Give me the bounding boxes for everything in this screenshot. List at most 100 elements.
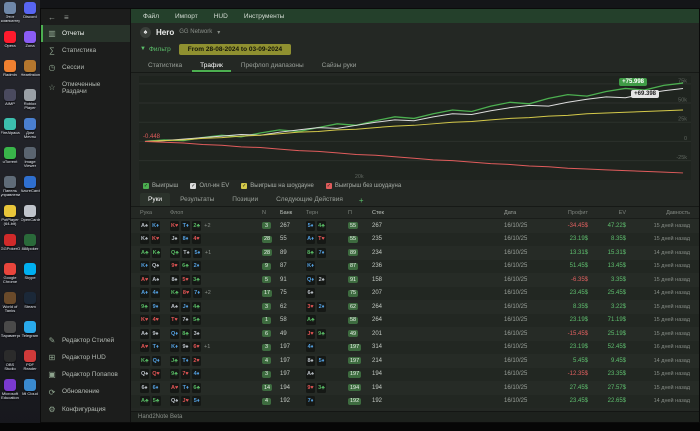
hands-tab-positions[interactable]: Позиции	[224, 193, 266, 206]
sidebar-item-reports[interactable]: ▥ Отчеты	[41, 25, 130, 43]
desktop-icon[interactable]: Параметры	[0, 321, 20, 350]
tab-statistics[interactable]: Статистика	[140, 59, 190, 72]
desktop-icon-label: Microsoft Education	[1, 392, 19, 401]
desktop-icon[interactable]: FireAlpaca	[0, 118, 20, 147]
column-header[interactable]: EV	[588, 210, 626, 216]
sidebar-item-configuration[interactable]: ⚙ Конфигурация	[41, 401, 130, 418]
desktop-icon[interactable]: Image Viewer	[20, 147, 40, 176]
desktop-icon[interactable]: 888poker	[20, 234, 40, 263]
card: 6♥	[192, 342, 201, 353]
table-row[interactable]: K♠ K♥ J♠ 8♦ 4♥ 28 55 A♦ T♥ 55 235 16/10/25 23.19$ 8.3…	[131, 232, 699, 246]
column-header[interactable]: Дата	[504, 210, 548, 216]
menu-hud[interactable]: HUD	[206, 11, 236, 22]
desktop-icon[interactable]: OBS Studio	[0, 350, 20, 379]
table-row[interactable]: A♥ T♦ K♦ 9♠ 6♥ +1 3 197 4♦ 197 314 16/10/25 23.19$ 52…	[131, 340, 699, 354]
desktop-icon[interactable]: PDF Reader	[20, 350, 40, 379]
chart-canvas[interactable]: 75k50k25k0-25k20k	[139, 76, 691, 180]
chevron-down-icon[interactable]: ▾	[217, 29, 220, 36]
desktop-icon[interactable]: Discord	[20, 2, 40, 31]
sidebar-item-popup-editor[interactable]: ▣ Редактор Попапов	[41, 366, 130, 383]
table-row[interactable]: A♠ 9♠ Q♦ 8♣ 3♠ 6 49 J♥ 9♣ 49 201 16/10/25 -15.45$ 25.…	[131, 327, 699, 341]
desktop-icon-label: uTorrent	[2, 160, 18, 164]
sidebar-item-hud-editor[interactable]: ⊞ Редактор HUD	[41, 349, 130, 366]
pot-count: 58	[348, 316, 372, 324]
desktop-icon[interactable]: Дом Мечты	[20, 118, 40, 147]
desktop-icon[interactable]: Skype	[20, 263, 40, 292]
legend-item[interactable]: ✓ Олл-ин EV	[190, 183, 229, 189]
tab-preflop-ranges[interactable]: Префлоп диапазоны	[233, 59, 312, 72]
sidebar-item-style-editor[interactable]: ✎ Редактор Стилей	[41, 332, 130, 349]
hands-tab-hands[interactable]: Руки	[140, 193, 171, 206]
table-row[interactable]: 6♠ 6♦ A♥ T♦ 6♣ 14 194 9♥ 3♣ 194 194 16/10/25 27.45$ 2…	[131, 381, 699, 395]
back-icon[interactable]: ←	[48, 13, 56, 22]
desktop-icon[interactable]: Mi Cloud	[20, 379, 40, 408]
desktop-icon[interactable]: OpenCards	[20, 205, 40, 234]
column-header[interactable]: N	[262, 210, 280, 216]
desktop-icon[interactable]: Панель управления	[0, 176, 20, 205]
table-row[interactable]: Q♠ Q♥ 9♣ 7♥ 4♦ 3 197 A♠ 197 194 16/10/25 -12.35$ 23.…	[131, 367, 699, 381]
column-header[interactable]: Банк	[280, 210, 306, 216]
table-row[interactable]: K♦ Q♠ 9♥ 6♣ 2♦ 9 87 K♦ 87 236 16/10/25 51.45$ 13.45$…	[131, 259, 699, 273]
table-row[interactable]: A♣ 5♣ Q♠ J♥ 5♦ 4 192 7♦ 192 192 16/10/25 23.45$ 22.6…	[131, 394, 699, 408]
add-tab-button[interactable]: +	[353, 195, 370, 206]
desktop-icon[interactable]: AIMP	[0, 89, 20, 118]
menu-file[interactable]: Файл	[135, 11, 167, 22]
date-range-button[interactable]: From 28-08-2024 to 03-09-2024	[178, 43, 292, 55]
table-row[interactable]: K♣ Q♦ J♣ T♦ 2♥ 4 197 8♠ 5♦ 197 214 16/10/25 5.45$ 9.4…	[131, 354, 699, 368]
sidebar-item-marked-hands[interactable]: ☆ Отмеченные Раздачи	[41, 77, 130, 100]
hands-tab-next-actions[interactable]: Следующие Действия	[268, 193, 351, 206]
legend-item[interactable]: ✓ Выигрыш без шоудауна	[325, 183, 401, 189]
table-row[interactable]: A♣ K♣ Q♣ T♠ 5♦ +1 28 89 8♣ 7♦ 89 234 16/10/25 13.31$ 1…	[131, 246, 699, 260]
desktop-icon[interactable]: Roblox Player	[20, 89, 40, 118]
desktop-icon[interactable]: World of Tanks	[0, 292, 20, 321]
card: 4♦	[151, 288, 160, 299]
filter-button[interactable]: ▼ Фильтр	[140, 46, 171, 53]
desktop-icon[interactable]: Steam	[20, 292, 40, 321]
desktop-icon[interactable]: Google Chrome	[0, 263, 20, 292]
table-row[interactable]: A♥ A♠ 8♠ 5♥ 3♣ 5 91 Q♦ 2♠ 91 158 16/10/25 -6.35$ 3.35…	[131, 273, 699, 287]
column-header[interactable]: Терн	[306, 210, 348, 216]
desktop-icon[interactable]: Radmin	[0, 60, 20, 89]
menu-import[interactable]: Импорт	[167, 11, 206, 22]
column-header[interactable]: Профит	[548, 210, 588, 216]
legend-item[interactable]: ✓ Выигрыш на шоудауне	[241, 183, 314, 189]
tab-graph[interactable]: Трафик	[192, 59, 231, 72]
desktop-icon[interactable]: Hearthstone	[20, 60, 40, 89]
menu-tools[interactable]: Инструменты	[236, 11, 293, 22]
svg-text:0: 0	[684, 136, 687, 142]
desktop-icon[interactable]: AzureCards	[20, 176, 40, 205]
desktop-icon[interactable]: Microsoft Education	[0, 379, 20, 408]
hand-date: 16/10/25	[504, 371, 528, 378]
column-header[interactable]: Рука	[140, 210, 170, 216]
table-row[interactable]: K♥ 4♥ T♥ 7♠ 5♣ 1 58 A♣ 58 264 16/10/25 23.19$ 71.19$…	[131, 313, 699, 327]
column-header[interactable]: Флоп	[170, 210, 262, 216]
sidebar-item-sessions[interactable]: ◷ Сессии	[41, 59, 130, 76]
extra-players: +2	[204, 290, 211, 297]
windows-taskbar[interactable]	[0, 423, 700, 431]
desktop-icon[interactable]: Telegram	[20, 321, 40, 350]
table-row[interactable]: 9♣ 9♦ A♠ J♦ 4♣ 3 62 3♥ 2♦ 62 264 16/10/25 8.35$ 3.22$…	[131, 300, 699, 314]
sidebar-item-update[interactable]: ⟳ Обновление	[41, 384, 130, 401]
board-cards: J♣ T♦ 2♥	[170, 355, 262, 366]
table-row[interactable]: A♦ 4♦ K♣ 8♥ 7♦ +2 17 75 6♠ 75 207 16/10/25 23.45$ 25.…	[131, 286, 699, 300]
player-row[interactable]: ♠ Hero GG Network ▾	[131, 23, 699, 41]
card: A♠	[170, 301, 179, 312]
profit-chart[interactable]: 75k 50k 25k 0 -25k 20k +75.998 +69.398 -0.448	[139, 76, 691, 180]
desktop-icon[interactable]: PotPlayer (64-bit)	[0, 205, 20, 234]
desktop-icon[interactable]: Zona	[20, 31, 40, 60]
desktop-icon[interactable]: Этот компьютер	[0, 2, 20, 31]
column-header[interactable]: П	[348, 210, 372, 216]
column-header[interactable]: Давность	[626, 210, 690, 216]
sidebar-item-statistics[interactable]: ∑ Статистика	[41, 42, 130, 59]
hand-ev: 3.22$	[610, 303, 626, 310]
desktop-icon[interactable]: Opera	[0, 31, 20, 60]
table-row[interactable]: A♠ K♦ K♥ T♦ 2♣ +2 3 267 5♦ 4♣ 55 267 16/10/25 -34.45$…	[131, 219, 699, 233]
tab-raise-sizes[interactable]: Сайзы руки	[314, 59, 365, 72]
card: T♦	[151, 342, 161, 353]
column-header[interactable]: Стек	[372, 210, 400, 216]
hands-tab-results[interactable]: Результаты	[172, 193, 222, 206]
legend-item[interactable]: ✓ Выигрыш	[143, 183, 178, 189]
hamburger-icon[interactable]: ≡	[64, 13, 69, 22]
desktop-icon[interactable]: uTorrent	[0, 147, 20, 176]
desktop-icon[interactable]: GGPokerOK	[0, 234, 20, 263]
